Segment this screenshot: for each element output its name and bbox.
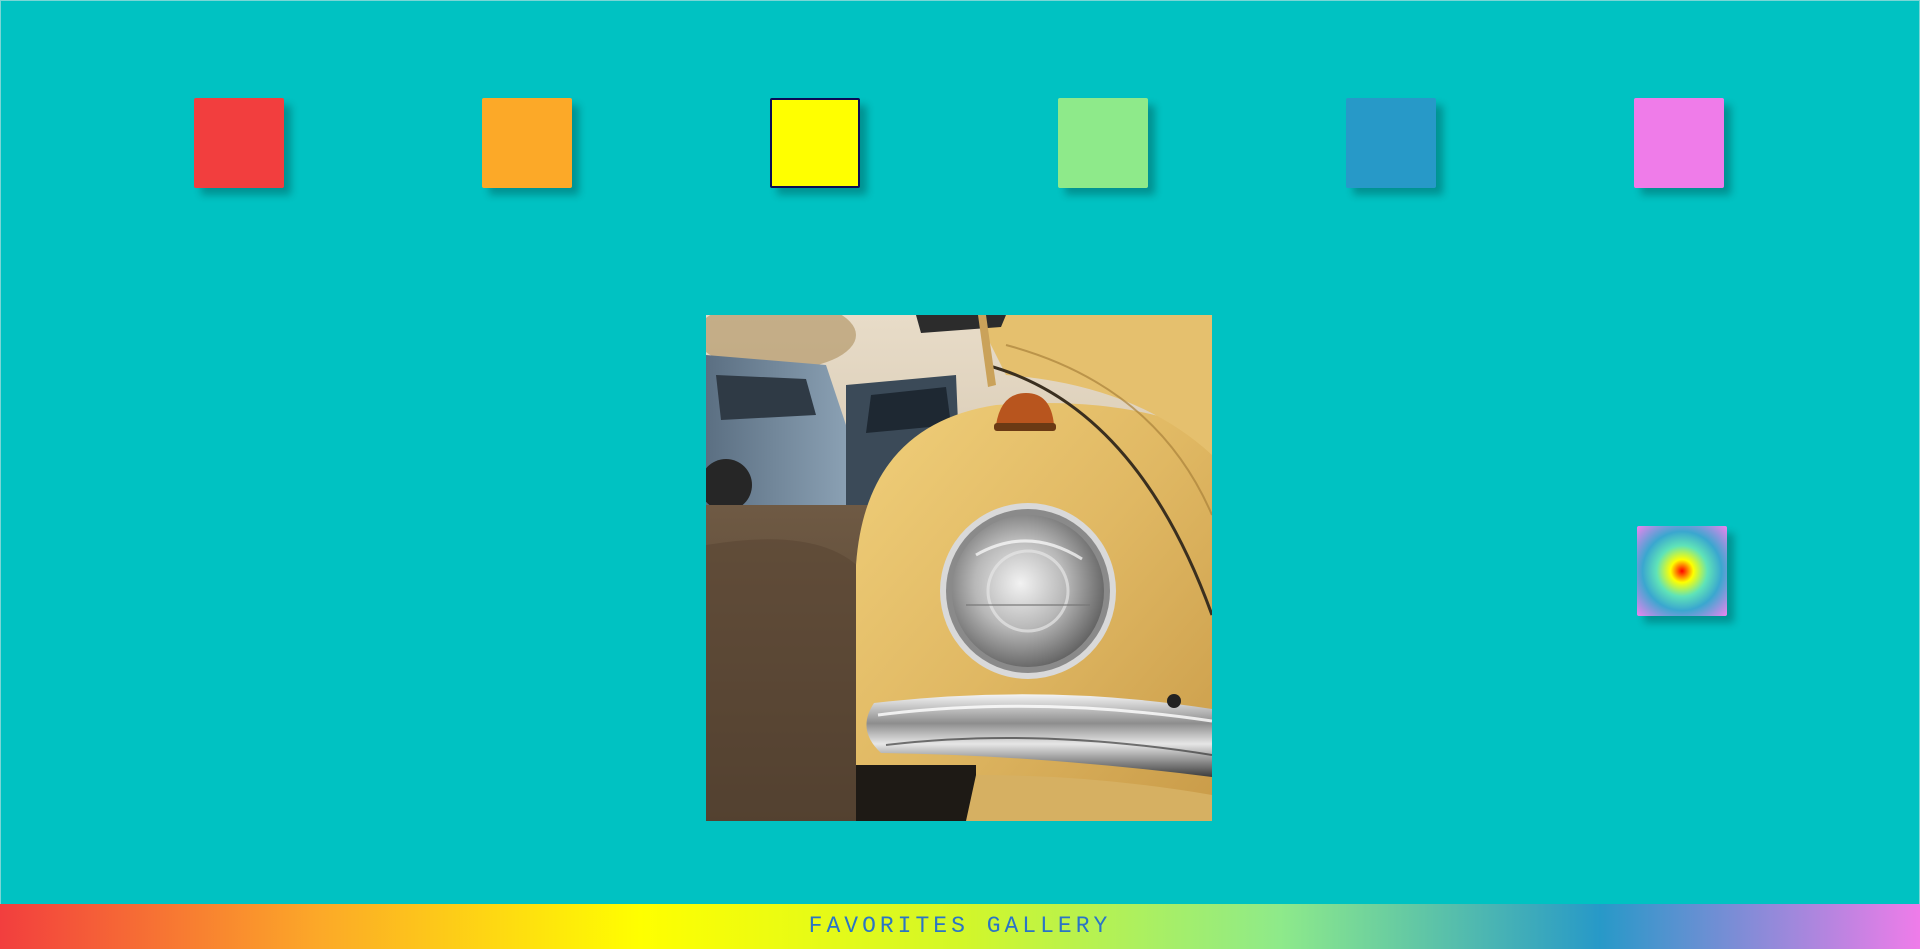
color-swatch-red[interactable] [194,98,284,188]
color-swatch-row [0,98,1920,190]
color-swatch-light-green[interactable] [1058,98,1148,188]
color-swatch-pink[interactable] [1634,98,1724,188]
footer-bar: FAVORITES GALLERY [0,904,1920,949]
car-headlight-image [706,315,1212,821]
gallery-photo[interactable] [706,315,1212,821]
color-swatch-orange[interactable] [482,98,572,188]
radial-gradient-tile[interactable] [1637,526,1727,616]
footer-title: FAVORITES GALLERY [808,913,1112,939]
color-swatch-blue[interactable] [1346,98,1436,188]
color-swatch-yellow[interactable] [770,98,860,188]
